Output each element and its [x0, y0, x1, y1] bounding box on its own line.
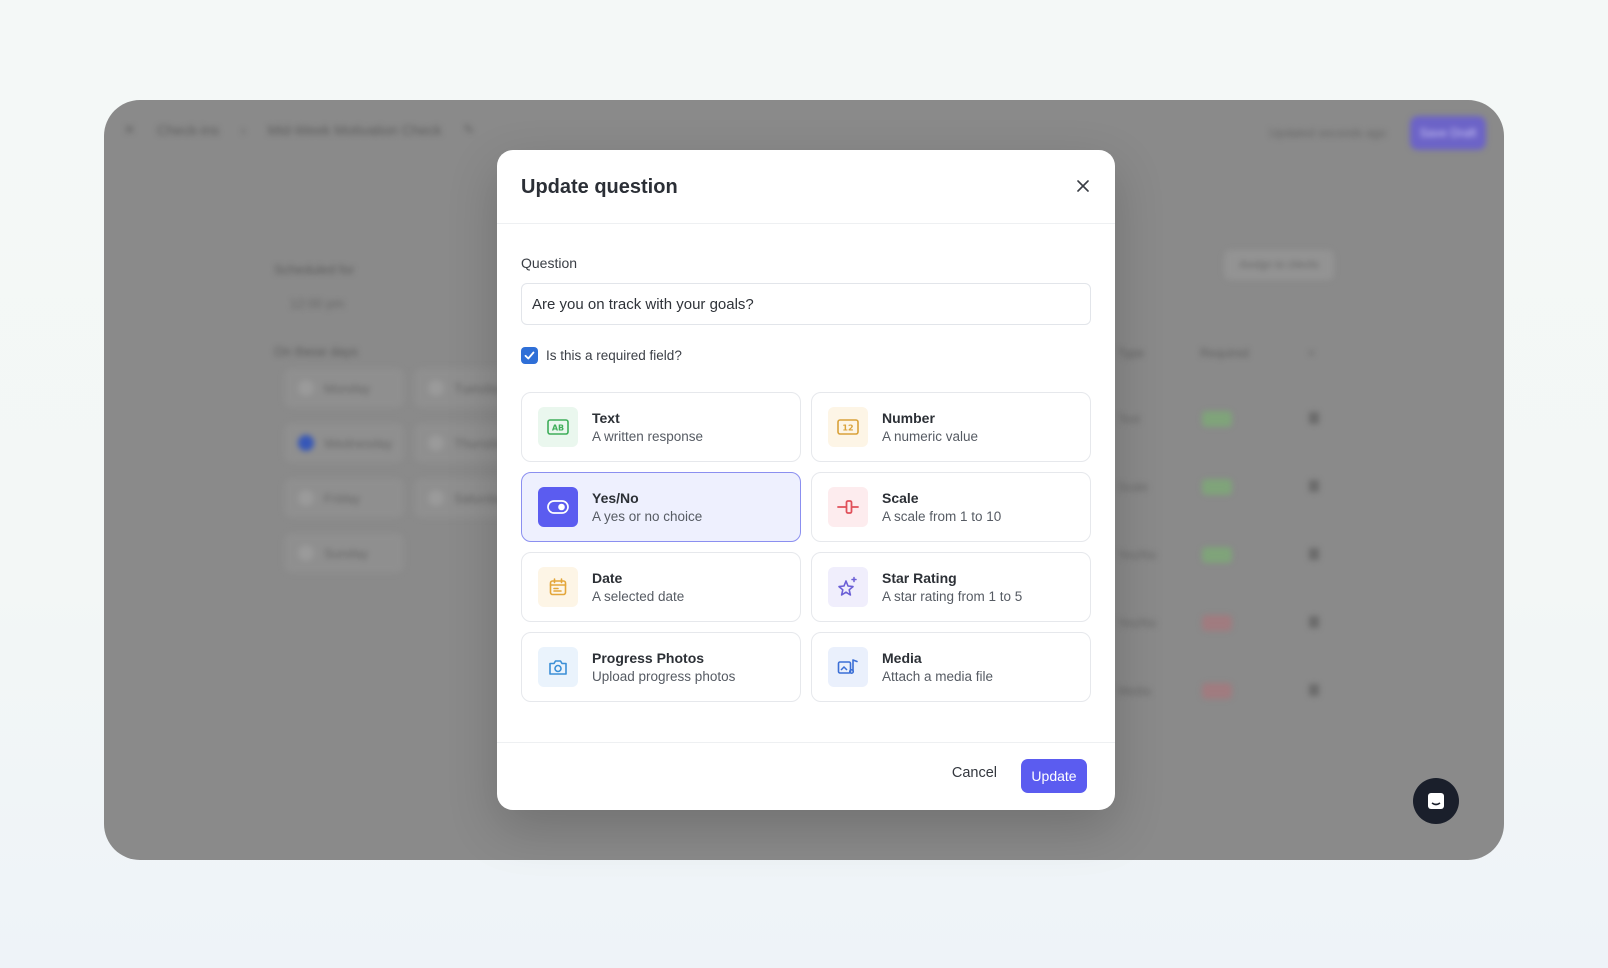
text-ab-icon: AB [538, 407, 578, 447]
type-name: Star Rating [882, 570, 957, 586]
type-desc: Upload progress photos [592, 669, 736, 684]
type-name: Media [882, 650, 922, 666]
day-checkbox[interactable] [428, 435, 444, 451]
row-type: Media [1118, 684, 1151, 698]
required-badge [1202, 479, 1232, 495]
delete-icon[interactable] [1309, 548, 1319, 560]
day-friday[interactable]: Friday [284, 478, 404, 518]
day-checkbox[interactable] [298, 490, 314, 506]
cancel-button[interactable]: Cancel [952, 765, 997, 781]
delete-icon[interactable] [1309, 412, 1319, 424]
add-column-icon[interactable]: + [1308, 346, 1315, 360]
row-type: Yes/No [1118, 616, 1157, 630]
row-type: Scale [1118, 480, 1149, 494]
day-wednesday[interactable]: Wednesday [284, 423, 404, 463]
type-desc: A yes or no choice [592, 509, 703, 524]
type-desc: A numeric value [882, 429, 979, 444]
number-icon: 12 [828, 407, 868, 447]
day-checkbox[interactable] [298, 545, 314, 561]
save-button[interactable]: Save Draft [1410, 116, 1486, 150]
required-checkbox[interactable] [521, 347, 538, 364]
required-badge [1202, 683, 1232, 699]
day-label: Tuesday [454, 380, 504, 396]
day-label: Friday [324, 490, 361, 506]
type-name: Scale [882, 490, 919, 506]
day-checkbox[interactable] [298, 435, 314, 451]
type-name: Yes/No [592, 490, 639, 506]
breadcrumb-checkins[interactable]: Check-ins [157, 122, 219, 138]
update-question-modal: Update question Question Is this a requi… [497, 150, 1115, 810]
day-checkbox[interactable] [298, 380, 314, 396]
row-type: Yes/No [1118, 548, 1157, 562]
type-name: Number [882, 410, 935, 426]
required-badge [1202, 411, 1232, 427]
modal-header: Update question [497, 150, 1115, 224]
breadcrumb-current: Mid-Week Motivation Check [267, 122, 442, 138]
day-label: Wednesday [324, 435, 393, 451]
scheduled-value[interactable]: 12:00 pm [290, 296, 344, 311]
type-option-text[interactable]: AB Text A written response [521, 392, 801, 462]
question-type-grid: AB Text A written response 12 Number A num… [521, 392, 1091, 702]
svg-text:12: 12 [842, 424, 853, 433]
svg-text:AB: AB [552, 424, 564, 433]
top-bar: ✕ Check-ins › Mid-Week Motivation Check … [124, 122, 474, 138]
required-badge [1202, 547, 1232, 563]
assign-clients-button[interactable]: Assign to clients [1224, 250, 1334, 280]
type-option-number[interactable]: 12 Number A numeric value [811, 392, 1091, 462]
toggle-icon [538, 487, 578, 527]
question-label: Question [521, 255, 578, 271]
day-monday[interactable]: Monday [284, 368, 404, 408]
star-sparkle-icon [828, 567, 868, 607]
day-checkbox[interactable] [428, 380, 444, 396]
type-name: Text [592, 410, 620, 426]
chat-launcher-button[interactable] [1413, 778, 1459, 824]
required-badge [1202, 615, 1232, 631]
modal-footer: Cancel Update [497, 742, 1115, 810]
days-label: On these days [274, 344, 358, 359]
type-option-progress-photos[interactable]: Progress Photos Upload progress photos [521, 632, 801, 702]
day-label: Sunday [324, 545, 369, 561]
chat-icon [1428, 793, 1444, 809]
type-option-media[interactable]: Media Attach a media file [811, 632, 1091, 702]
day-sunday[interactable]: Sunday [284, 533, 404, 573]
close-button[interactable] [1073, 176, 1093, 196]
type-name: Date [592, 570, 623, 586]
type-option-yes-no[interactable]: Yes/No A yes or no choice [521, 472, 801, 542]
required-label: Is this a required field? [546, 348, 682, 363]
edit-icon[interactable]: ✎ [464, 122, 475, 138]
required-field-checkbox-row[interactable]: Is this a required field? [521, 347, 682, 364]
type-option-star-rating[interactable]: Star Rating A star rating from 1 to 5 [811, 552, 1091, 622]
media-icon [828, 647, 868, 687]
calendar-icon [538, 567, 578, 607]
day-label: Monday [324, 380, 371, 396]
day-checkbox[interactable] [428, 490, 444, 506]
type-desc: Attach a media file [882, 669, 994, 684]
type-desc: A star rating from 1 to 5 [882, 589, 1023, 604]
modal-title: Update question [521, 176, 678, 198]
type-option-date[interactable]: Date A selected date [521, 552, 801, 622]
delete-icon[interactable] [1309, 684, 1319, 696]
column-header-type: Type [1118, 346, 1145, 360]
type-desc: A scale from 1 to 10 [882, 509, 1002, 524]
checkmark-icon [524, 351, 535, 360]
chevron-right-icon: › [241, 122, 246, 138]
column-header-required: Required [1200, 346, 1249, 360]
type-name: Progress Photos [592, 650, 705, 666]
updated-text: Updated seconds ago [1269, 126, 1386, 140]
type-desc: A selected date [592, 589, 685, 604]
update-button[interactable]: Update [1021, 759, 1087, 793]
delete-icon[interactable] [1309, 480, 1319, 492]
camera-icon [538, 647, 578, 687]
type-desc: A written response [592, 429, 704, 444]
close-icon [1077, 180, 1089, 192]
type-option-scale[interactable]: Scale A scale from 1 to 10 [811, 472, 1091, 542]
close-icon[interactable]: ✕ [124, 122, 135, 138]
row-type: Text [1118, 412, 1141, 426]
slider-icon [828, 487, 868, 527]
scheduled-label: Scheduled for [274, 262, 355, 277]
delete-icon[interactable] [1309, 616, 1319, 628]
question-input[interactable] [521, 283, 1091, 325]
